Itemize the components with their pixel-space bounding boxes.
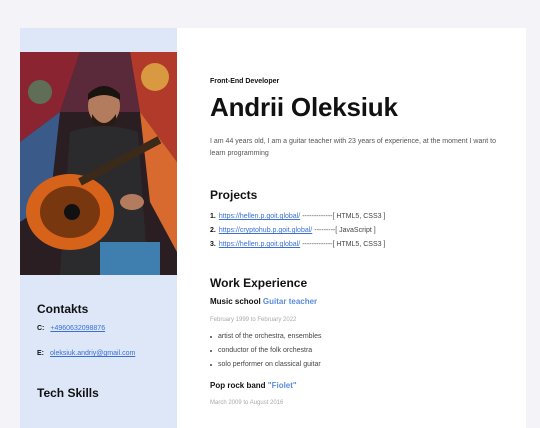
phone-label: C: (37, 325, 45, 332)
project-link[interactable]: https://cryptohub.p.goit.global/ (219, 227, 312, 234)
item-number: 2. (210, 227, 216, 234)
project-tech: ---------[ JavaScript ] (314, 227, 376, 234)
about-text: I am 44 years old, I am a guitar teacher… (210, 138, 496, 157)
email-link[interactable]: oleksiuk.andriy@gmail.com (50, 350, 135, 357)
job-dates: March 2009 to August 2016 (210, 400, 284, 406)
tech-skills-heading: Tech Skills (37, 386, 99, 400)
email-label: E: (37, 350, 44, 357)
item-number: 3. (210, 241, 216, 248)
project-link[interactable]: https://hellen.p.goit.global/ (219, 241, 300, 248)
job-place: Pop rock band (210, 381, 266, 390)
item-number: 1. (210, 213, 216, 220)
list-item: 1. https://hellen.p.goit.global/---------… (210, 210, 385, 224)
list-item: conductor of the folk orchestra (210, 344, 322, 358)
phone-link[interactable]: +4960632098876 (50, 325, 105, 332)
duties-list: artist of the orchestra, ensembles condu… (210, 330, 322, 372)
person-name: Andrii Oleksiuk (210, 92, 398, 122)
list-item: solo performer on classical guitar (210, 358, 322, 372)
sidebar: Contakts C: +4960632098876 E: oleksiuk.a… (20, 28, 177, 428)
projects-heading: Projects (210, 188, 258, 202)
job-title: Pop rock band "Fiolet" (210, 381, 297, 390)
job-title: Music school Guitar teacher (210, 297, 317, 306)
contacts-heading: Contakts (37, 302, 89, 316)
job-place: Music school (210, 297, 261, 306)
profile-photo (20, 52, 177, 275)
list-item: artist of the orchestra, ensembles (210, 330, 322, 344)
job-dates: February 1999 to February 2022 (210, 317, 297, 323)
main-content: Front-End Developer Andrii Oleksiuk I am… (210, 28, 526, 428)
projects-list: 1. https://hellen.p.goit.global/---------… (210, 210, 385, 252)
job-position: "Fiolet" (267, 381, 297, 390)
phone-row: C: +4960632098876 (37, 325, 105, 332)
project-tech: -------------[ HTML5, CSS3 ] (302, 241, 386, 248)
job-position: Guitar teacher (262, 297, 318, 306)
list-item: 3. https://hellen.p.goit.global/---------… (210, 238, 385, 252)
project-link[interactable]: https://hellen.p.goit.global/ (219, 213, 300, 220)
job-role: Front-End Developer (210, 78, 280, 85)
list-item: 2. https://cryptohub.p.goit.global/------… (210, 224, 385, 238)
cv-page: Contakts C: +4960632098876 E: oleksiuk.a… (20, 28, 526, 428)
experience-heading: Work Experience (210, 276, 308, 290)
email-row: E: oleksiuk.andriy@gmail.com (37, 350, 135, 357)
project-tech: -------------[ HTML5, CSS3 ] (302, 213, 386, 220)
